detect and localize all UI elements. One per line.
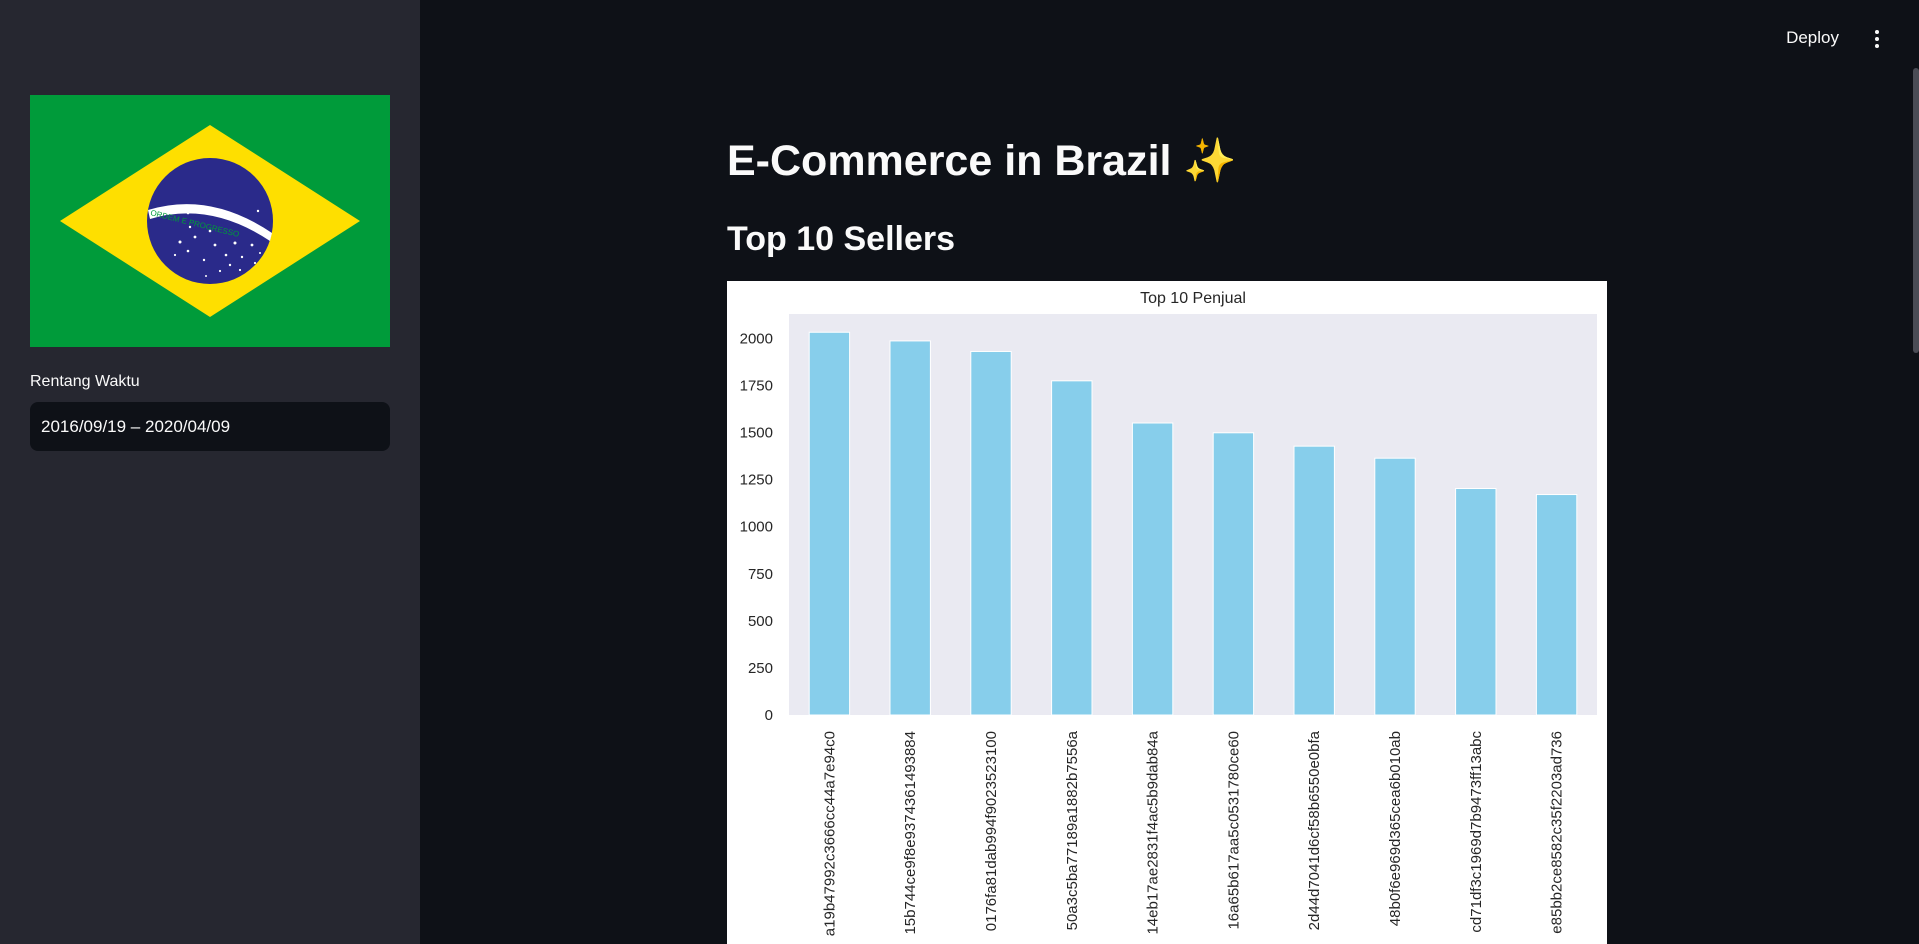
sidebar: ORDEM E PROGRESSO Rentang Waktu 2016/09/… [0,0,420,944]
x-tick-label: 15b744ce9f8e9374361493884 [902,731,919,935]
date-range-input[interactable]: 2016/09/19 – 2020/04/09 [30,402,390,451]
deploy-button[interactable]: Deploy [1786,28,1839,48]
more-vertical-icon[interactable] [1873,30,1881,50]
x-tick-label: 2d44d7041d6cf58b6550e0bfa [1306,730,1323,930]
bar [1212,432,1255,716]
y-tick-label: 1250 [740,472,773,489]
y-tick-label: 1500 [740,425,773,442]
top-sellers-chart: Top 10 Penjual 0 250 500 750 1000 1250 1500 1750… [727,281,1607,944]
y-tick-label: 1000 [740,519,773,536]
bar [1051,380,1093,716]
scrollbar[interactable] [1913,68,1919,353]
page-title: E-Commerce in Brazil ✨ [727,137,1237,185]
section-title: Top 10 Sellers [727,220,956,258]
bar [1455,488,1497,716]
x-tick-label: 48b0f6e969d365cea6b010ab [1387,731,1404,926]
bar [1535,494,1578,716]
bar [808,331,851,716]
bar [889,340,931,716]
y-tick-label: 2000 [740,330,773,347]
x-tick-label: 50a3c5ba77189a1882b7556a [1064,730,1081,930]
y-tick-label: 250 [748,660,773,677]
brazil-flag-image: ORDEM E PROGRESSO [30,95,390,347]
bar [1374,457,1416,716]
y-tick-label: 1750 [740,378,773,395]
date-range-label: Rentang Waktu [30,373,140,390]
y-tick-label: 500 [748,613,773,630]
x-tick-label: e85bb2ce8582c35f2203ad736 [1549,731,1566,934]
x-tick-label: 14eb17ae2831f4ac5b9dab84a [1145,730,1162,934]
chart-title: Top 10 Penjual [1140,290,1246,307]
x-tick-label: 0176fa81dab994f9023523100 [983,731,1000,931]
bar [1293,445,1335,716]
y-tick-label: 0 [765,707,773,724]
x-tick-label: 16a65b617aa5c0531780ce60 [1225,731,1242,930]
brazil-flag-icon: ORDEM E PROGRESSO [30,95,390,347]
bar [970,350,1012,716]
y-tick-label: 750 [748,566,773,583]
top-header: Deploy [420,0,1919,80]
chart-svg: Top 10 Penjual 0 250 500 750 1000 1250 1500 1750… [740,290,1597,936]
x-tick-label: a19b47992c3666cc44a7e94c0 [821,731,838,936]
bar [1131,422,1174,716]
x-tick-label: cd71df3c1969d7b9473ff13abc [1468,731,1485,933]
